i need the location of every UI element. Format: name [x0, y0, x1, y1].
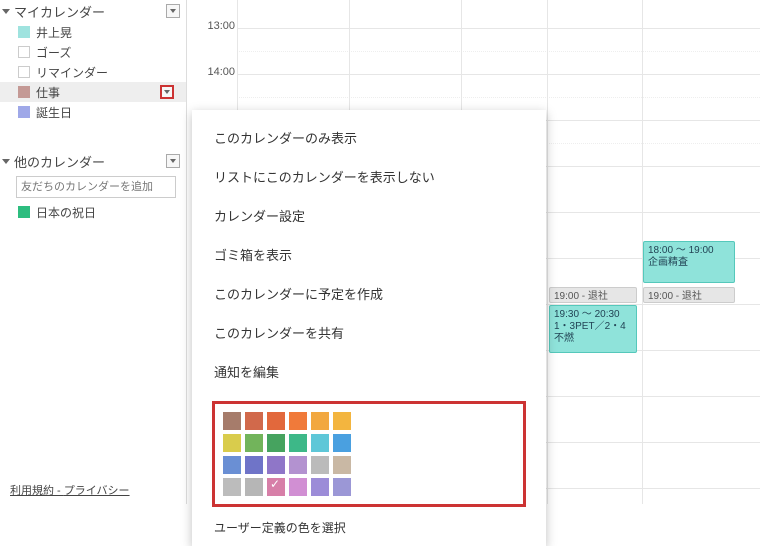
color-swatch[interactable]	[333, 456, 351, 474]
caret-down-icon	[170, 9, 176, 13]
calendar-label: ゴーズ	[36, 44, 71, 61]
event-planning-review[interactable]: 18:00 ～ 19:00 企画精査	[643, 241, 735, 283]
calendar-color-swatch[interactable]	[18, 66, 30, 78]
color-swatch[interactable]	[333, 412, 351, 430]
color-swatch[interactable]	[289, 412, 307, 430]
menu-custom-color[interactable]: ユーザー定義の色を選択	[192, 513, 546, 536]
hour-label: 14:00	[187, 66, 235, 78]
calendar-item[interactable]: 井上晃	[0, 22, 186, 42]
menu-hide-from-list[interactable]: リストにこのカレンダーを表示しない	[192, 157, 546, 196]
calendar-color-swatch[interactable]	[18, 206, 30, 218]
color-swatch[interactable]	[289, 456, 307, 474]
color-swatch[interactable]	[333, 434, 351, 452]
color-swatch[interactable]	[223, 478, 241, 496]
color-swatch[interactable]	[245, 434, 263, 452]
color-swatch[interactable]	[245, 478, 263, 496]
color-swatch[interactable]	[223, 434, 241, 452]
color-swatch[interactable]	[245, 412, 263, 430]
color-palette	[223, 412, 515, 496]
color-swatch[interactable]	[289, 478, 307, 496]
hour-label: 13:00	[187, 20, 235, 32]
other-calendars-header[interactable]: 他のカレンダー	[0, 150, 186, 172]
color-palette-box	[212, 401, 526, 507]
calendar-color-swatch[interactable]	[18, 86, 30, 98]
my-calendars-title: マイカレンダー	[14, 2, 105, 21]
menu-show-trash[interactable]: ゴミ箱を表示	[192, 235, 546, 274]
event-time: 18:00 ～ 19:00	[648, 245, 730, 257]
caret-down-icon	[170, 159, 176, 163]
calendar-item-selected[interactable]: 仕事	[0, 82, 186, 102]
my-calendars-menu-button[interactable]	[166, 4, 180, 18]
color-swatch[interactable]	[223, 456, 241, 474]
color-swatch[interactable]	[311, 412, 329, 430]
privacy-link[interactable]: プライバシー	[64, 485, 130, 497]
menu-settings[interactable]: カレンダー設定	[192, 196, 546, 235]
color-swatch[interactable]	[267, 456, 285, 474]
calendar-label: 日本の祝日	[36, 204, 96, 221]
color-swatch[interactable]	[311, 478, 329, 496]
color-swatch[interactable]	[223, 412, 241, 430]
other-calendars-menu-button[interactable]	[166, 154, 180, 168]
event-time: 19:00 - 退社	[554, 291, 608, 302]
add-friend-calendar-input[interactable]	[16, 176, 176, 198]
color-swatch[interactable]	[267, 434, 285, 452]
event-time: 19:30 ～ 20:30	[554, 309, 632, 321]
calendar-item[interactable]: ゴーズ	[0, 42, 186, 62]
calendar-item[interactable]: リマインダー	[0, 62, 186, 82]
menu-create-event[interactable]: このカレンダーに予定を作成	[192, 274, 546, 313]
calendar-item[interactable]: 日本の祝日	[0, 202, 186, 222]
other-calendars-title: 他のカレンダー	[14, 152, 105, 171]
calendar-label: 誕生日	[36, 104, 72, 121]
color-swatch[interactable]	[289, 434, 307, 452]
calendar-label: 仕事	[36, 84, 60, 101]
sidebar: マイカレンダー 井上晃 ゴーズ リマインダー 仕事 誕生日 他のカレンダー 日本…	[0, 0, 186, 504]
calendar-options-button[interactable]	[160, 85, 174, 99]
calendar-color-swatch[interactable]	[18, 46, 30, 58]
color-swatch[interactable]	[311, 456, 329, 474]
color-swatch[interactable]	[333, 478, 351, 496]
color-swatch[interactable]	[267, 478, 285, 496]
calendar-label: リマインダー	[36, 64, 108, 81]
menu-edit-notifications[interactable]: 通知を編集	[192, 352, 546, 391]
my-calendars-header[interactable]: マイカレンダー	[0, 0, 186, 22]
event-title: 企画精査	[648, 257, 730, 269]
calendar-color-swatch[interactable]	[18, 26, 30, 38]
chevron-down-icon	[2, 159, 10, 164]
footer-links: 利用規約 - プライバシー	[10, 482, 130, 498]
menu-show-only-this[interactable]: このカレンダーのみ表示	[192, 118, 546, 157]
event-time: 19:00 - 退社	[648, 291, 702, 302]
chevron-down-icon	[2, 9, 10, 14]
calendar-options-menu: このカレンダーのみ表示 リストにこのカレンダーを表示しない カレンダー設定 ゴミ…	[192, 110, 546, 546]
calendar-item[interactable]: 誕生日	[0, 102, 186, 122]
color-swatch[interactable]	[245, 456, 263, 474]
event-title: 1・3PET／2・4不燃	[554, 321, 632, 345]
calendar-label: 井上晃	[36, 24, 72, 41]
dash: -	[54, 485, 64, 497]
color-swatch[interactable]	[311, 434, 329, 452]
color-swatch[interactable]	[267, 412, 285, 430]
terms-link[interactable]: 利用規約	[10, 485, 54, 497]
caret-down-icon	[164, 90, 170, 94]
menu-share[interactable]: このカレンダーを共有	[192, 313, 546, 352]
event-leave-2[interactable]: 19:00 - 退社	[643, 287, 735, 303]
event-trash-schedule[interactable]: 19:30 ～ 20:30 1・3PET／2・4不燃	[549, 305, 637, 353]
calendar-color-swatch[interactable]	[18, 106, 30, 118]
event-leave-1[interactable]: 19:00 - 退社	[549, 287, 637, 303]
